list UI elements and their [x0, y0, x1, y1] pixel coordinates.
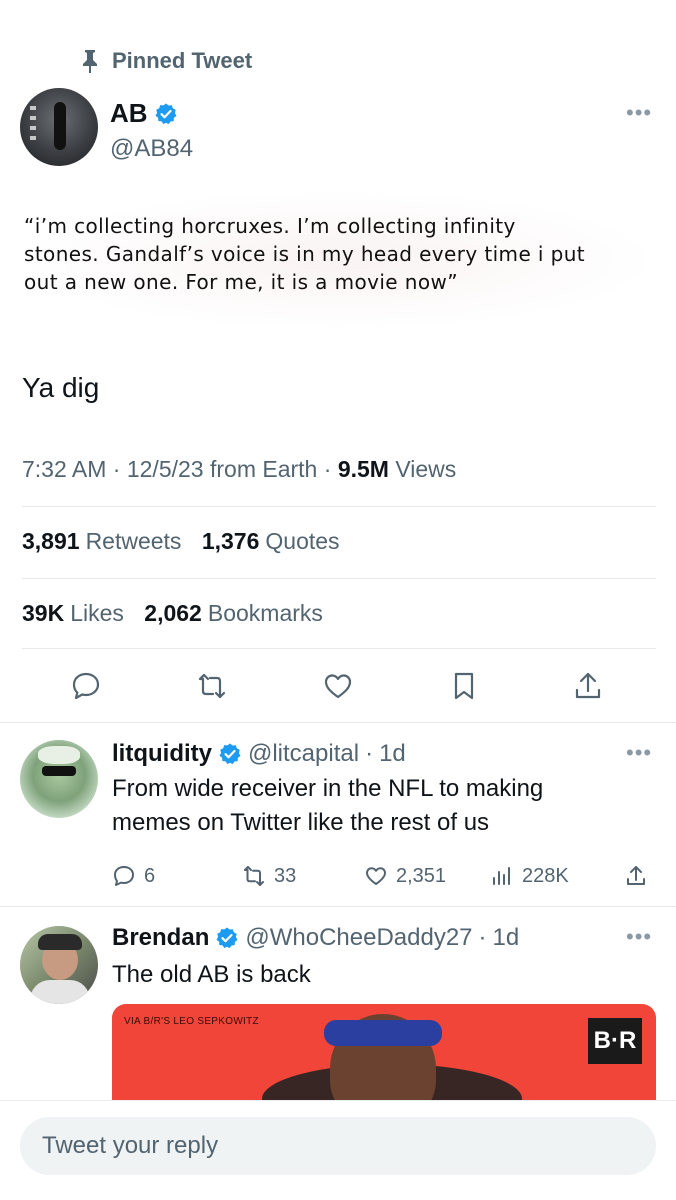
tweet-action-bar [0, 666, 676, 710]
reply-age: 1d [379, 740, 406, 767]
reply-views-count: 228K [522, 864, 569, 887]
more-icon[interactable]: ••• [626, 740, 652, 766]
reply-text-line: memes on Twitter like the rest of us [112, 809, 490, 836]
divider [22, 648, 656, 649]
tweet-author[interactable]: AB @AB84 [20, 88, 193, 166]
reply-author-name[interactable]: litquidity [112, 740, 212, 768]
like-icon [324, 674, 352, 699]
tweet-text: Ya dig [22, 372, 100, 403]
tweet-meta: 7:32 AM · 12/5/23 from Earth · 9.5M View… [22, 456, 457, 482]
reply-icon [114, 866, 134, 886]
retweets-label: Retweets [85, 528, 182, 554]
pin-icon [83, 50, 97, 73]
bookmarks-label: Bookmarks [207, 600, 323, 626]
quotes-stat[interactable]: 1,376 Quotes [202, 528, 340, 554]
tweet-source: from Earth [209, 456, 318, 482]
views-label: Views [395, 456, 457, 482]
reply-retweet-button[interactable]: 33 [242, 864, 296, 888]
share-icon [575, 672, 601, 699]
retweet-icon [198, 673, 226, 699]
verified-icon [216, 927, 238, 949]
quotes-label: Quotes [265, 528, 340, 554]
reply-like-button[interactable]: 2,351 [364, 864, 446, 888]
avatar[interactable] [20, 740, 98, 818]
br-logo: B·R [588, 1018, 642, 1064]
reply-composer [0, 1100, 676, 1200]
retweets-stat[interactable]: 3,891 Retweets [22, 528, 181, 554]
avatar[interactable] [20, 88, 98, 166]
quote-line: out a new one. For me, it is a movie now… [24, 270, 458, 294]
reply-age: 1d [492, 924, 520, 951]
reply-author-name[interactable]: Brendan [112, 924, 209, 952]
bookmarks-stat[interactable]: 2,062 Bookmarks [144, 600, 323, 626]
reply-tweet[interactable]: litquidity @litcapital · 1d ••• From wide … [0, 740, 676, 902]
reply-reply-button[interactable]: 6 [112, 864, 155, 888]
retweet-button[interactable] [192, 666, 232, 706]
bookmark-icon [454, 672, 474, 700]
pinned-label: Pinned Tweet [80, 48, 252, 74]
quote-image-text: “i’m collecting horcruxes. I’m collectin… [24, 212, 644, 296]
reply-author-handle[interactable]: @WhoCheeDaddy27 [245, 924, 472, 952]
tweet-date[interactable]: 12/5/23 [127, 456, 204, 482]
quote-line: stones. Gandalf’s voice is in my head ev… [24, 242, 586, 266]
views-icon [493, 867, 510, 885]
likes-count: 39K [22, 600, 65, 626]
pinned-text: Pinned Tweet [112, 48, 253, 73]
media-credit: VIA B/R'S LEO SEPKOWITZ [124, 1016, 259, 1027]
reply-text: From wide receiver in the NFL to making … [112, 772, 652, 840]
divider [0, 722, 676, 723]
divider [22, 506, 656, 507]
reply-replies-count: 6 [144, 864, 156, 887]
retweets-count: 3,891 [22, 528, 80, 554]
likes-stat[interactable]: 39K Likes [22, 600, 124, 626]
reply-media-image[interactable]: VIA B/R'S LEO SEPKOWITZ B·R [112, 1004, 656, 1104]
share-icon [627, 866, 645, 885]
reply-button[interactable] [66, 666, 106, 706]
reply-input[interactable] [20, 1117, 656, 1175]
bookmarks-count: 2,062 [144, 600, 202, 626]
avatar[interactable] [20, 926, 98, 1004]
like-icon [366, 867, 386, 885]
verified-icon [155, 103, 177, 124]
bookmark-button[interactable] [444, 666, 484, 706]
reply-author-handle[interactable]: @litcapital [248, 740, 359, 768]
author-handle[interactable]: @AB84 [110, 135, 193, 163]
like-bookmark-stats: 39K Likes 2,062 Bookmarks [22, 600, 323, 627]
reply-action-bar: 6 33 2,351 228K [112, 864, 652, 896]
more-icon[interactable]: ••• [626, 100, 652, 126]
divider [0, 906, 676, 907]
media-headband [324, 1020, 442, 1046]
divider [22, 578, 656, 579]
author-name[interactable]: AB [110, 98, 148, 129]
reply-likes-count: 2,351 [396, 864, 447, 887]
retweet-quote-stats: 3,891 Retweets 1,376 Quotes [22, 528, 340, 555]
reply-tweet[interactable]: Brendan @WhoCheeDaddy27 · 1d ••• The old A… [0, 924, 676, 1004]
reply-text: The old AB is back [112, 961, 311, 988]
reply-text-line: From wide receiver in the NFL to making [112, 775, 544, 802]
quotes-count: 1,376 [201, 528, 260, 554]
verified-icon [219, 743, 241, 765]
reply-icon [72, 672, 100, 700]
more-icon[interactable]: ••• [626, 924, 652, 950]
quote-line: “i’m collecting horcruxes. I’m collectin… [24, 214, 516, 238]
tweet-time[interactable]: 7:32 AM [22, 456, 106, 482]
reply-share-button[interactable] [624, 864, 648, 888]
likes-label: Likes [70, 600, 124, 626]
retweet-icon [244, 866, 264, 886]
share-button[interactable] [568, 666, 608, 706]
reply-retweets-count: 33 [274, 864, 297, 887]
reply-views-button[interactable]: 228K [490, 864, 569, 888]
views-count: 9.5M [337, 456, 389, 482]
like-button[interactable] [318, 666, 358, 706]
